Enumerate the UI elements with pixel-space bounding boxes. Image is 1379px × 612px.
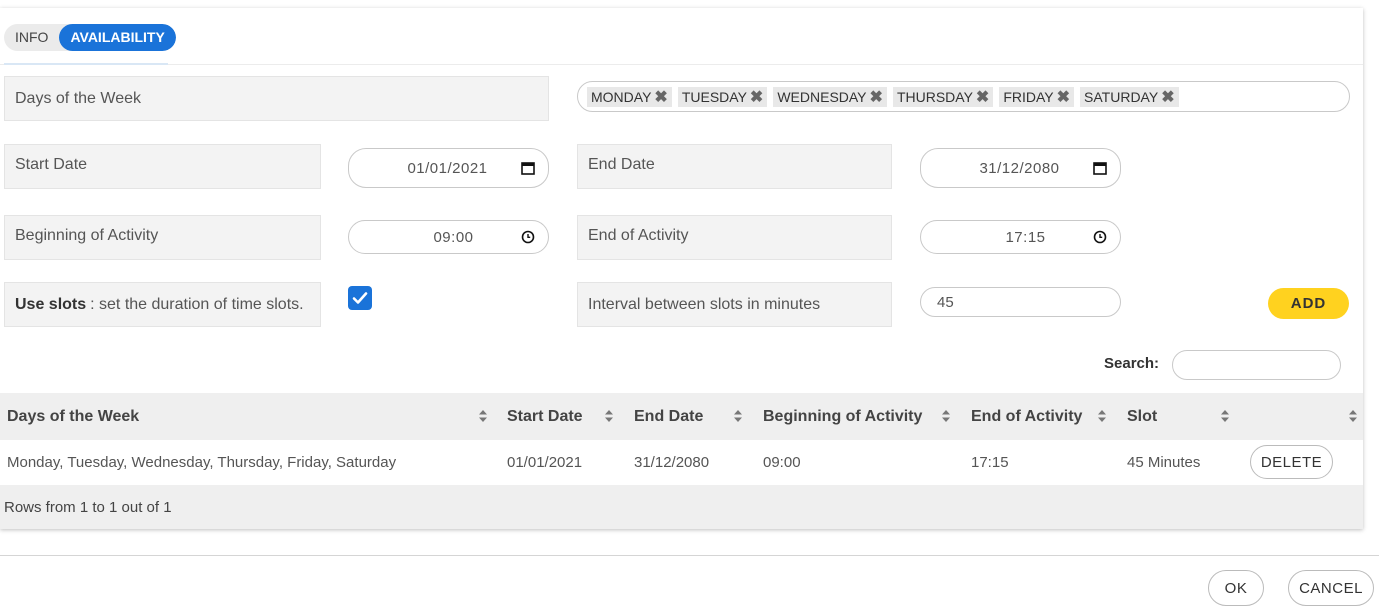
cell-end-date: 31/12/2080 (634, 454, 710, 471)
sort-icon[interactable] (941, 409, 951, 423)
cell-slot: 45 Minutes (1127, 454, 1201, 471)
beginning-of-activity-label: Beginning of Activity (4, 215, 321, 260)
ok-button[interactable]: OK (1208, 570, 1264, 606)
sort-icon[interactable] (604, 409, 614, 423)
column-header-beginning[interactable]: Beginning of Activity (763, 393, 922, 440)
calendar-icon[interactable] (508, 161, 548, 175)
start-date-label: Start Date (4, 144, 321, 189)
tab-active-indicator (4, 63, 168, 65)
tag-thursday: THURSDAY ✖ (892, 86, 994, 107)
tag-tuesday: TUESDAY ✖ (677, 86, 768, 107)
column-header-end-activity[interactable]: End of Activity (971, 393, 1082, 440)
end-of-activity-input[interactable]: 17:15 (920, 220, 1121, 254)
column-header-end-date[interactable]: End Date (634, 393, 703, 440)
interval-input[interactable]: 45 (920, 287, 1121, 317)
days-of-week-select[interactable]: MONDAY ✖ TUESDAY ✖ WEDNESDAY ✖ THURSDAY ✖ FR… (577, 81, 1350, 112)
cell-days: Monday, Tuesday, Wednesday, Thursday, Fr… (7, 454, 397, 471)
cell-end-activity: 17:15 (971, 454, 1009, 471)
table-row: Monday, Tuesday, Wednesday, Thursday, Fr… (0, 440, 1363, 485)
remove-tag-icon[interactable]: ✖ (654, 87, 667, 107)
column-header-slot[interactable]: Slot (1127, 393, 1157, 440)
tab-info[interactable]: INFO (4, 24, 59, 51)
end-date-label: End Date (577, 144, 892, 189)
interval-label: Interval between slots in minutes (577, 282, 892, 327)
end-date-input[interactable]: 31/12/2080 (920, 148, 1121, 188)
cancel-button[interactable]: CANCEL (1288, 570, 1374, 606)
sort-icon[interactable] (1348, 409, 1358, 423)
remove-tag-icon[interactable]: ✖ (1161, 87, 1174, 107)
cell-beginning: 09:00 (763, 454, 801, 471)
column-header-days[interactable]: Days of the Week (7, 393, 139, 440)
beginning-of-activity-input[interactable]: 09:00 (348, 220, 549, 254)
footer-divider (0, 555, 1379, 556)
sort-icon[interactable] (478, 409, 488, 423)
tag-saturday: SATURDAY ✖ (1080, 86, 1179, 107)
use-slots-description: : set the duration of time slots. (90, 295, 304, 313)
clock-icon[interactable] (508, 230, 548, 244)
check-icon (352, 292, 368, 304)
use-slots-bold: Use slots (15, 295, 87, 313)
table-header: Days of the Week Start Date End Date Beg… (0, 393, 1363, 440)
tag-monday: MONDAY ✖ (587, 86, 672, 107)
cell-start-date: 01/01/2021 (507, 454, 583, 471)
search-input[interactable] (1172, 350, 1341, 380)
tag-wednesday: WEDNESDAY ✖ (773, 86, 887, 107)
sort-icon[interactable] (1097, 409, 1107, 423)
remove-tag-icon[interactable]: ✖ (1057, 87, 1070, 107)
delete-button[interactable]: DELETE (1250, 445, 1333, 479)
clock-icon[interactable] (1080, 230, 1120, 244)
column-header-start-date[interactable]: Start Date (507, 393, 583, 440)
search-label: Search: (1104, 355, 1160, 372)
start-date-input[interactable]: 01/01/2021 (348, 148, 549, 188)
end-of-activity-label: End of Activity (577, 215, 892, 260)
tab-availability[interactable]: AVAILABILITY (59, 24, 176, 51)
add-button[interactable]: ADD (1268, 288, 1349, 319)
days-of-week-label: Days of the Week (4, 76, 549, 121)
use-slots-label: Use slots: set the duration of time slot… (4, 282, 321, 327)
tab-bar: INFO AVAILABILITY (4, 24, 176, 51)
sort-icon[interactable] (733, 409, 743, 423)
tab-divider (0, 64, 1363, 65)
remove-tag-icon[interactable]: ✖ (750, 87, 763, 107)
tag-friday: FRIDAY ✖ (999, 86, 1075, 107)
calendar-icon[interactable] (1080, 161, 1120, 175)
remove-tag-icon[interactable]: ✖ (870, 87, 883, 107)
use-slots-checkbox[interactable] (348, 286, 372, 310)
sort-icon[interactable] (1220, 409, 1230, 423)
table-footer-info: Rows from 1 to 1 out of 1 (0, 485, 1363, 529)
remove-tag-icon[interactable]: ✖ (976, 87, 989, 107)
